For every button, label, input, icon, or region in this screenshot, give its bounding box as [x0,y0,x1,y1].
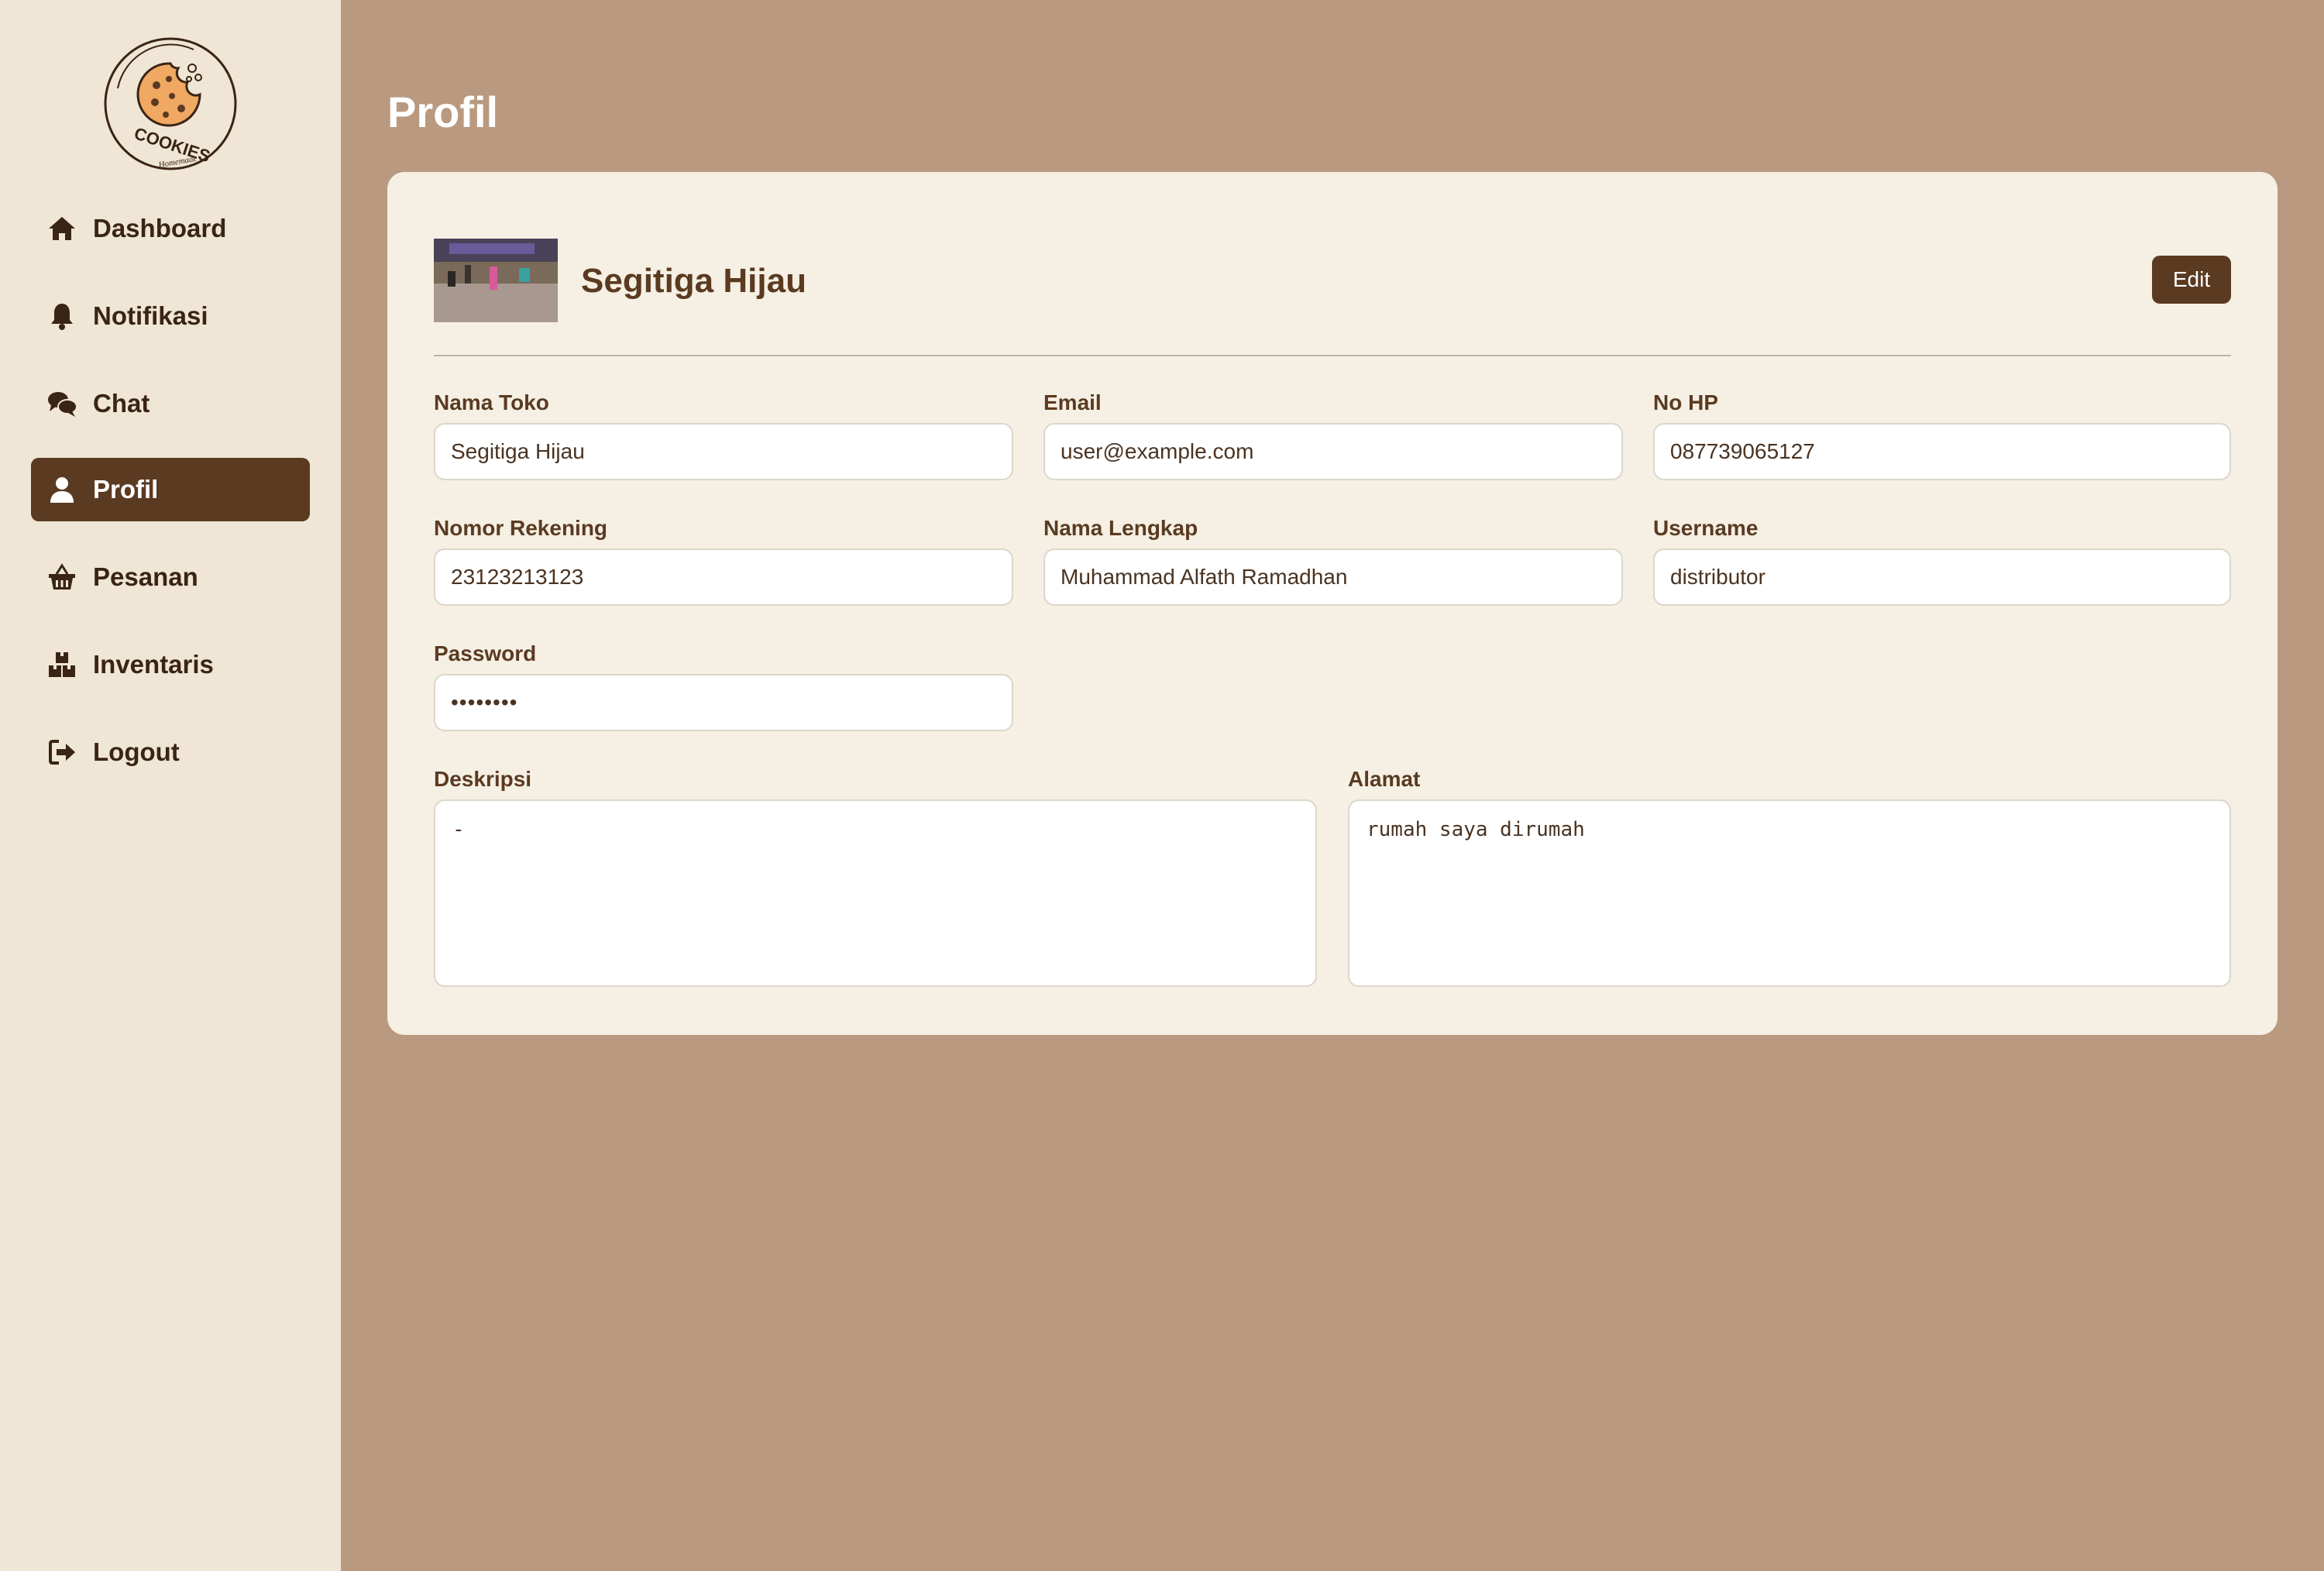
nomor-rekening-field[interactable]: 23123213123 [434,548,1013,606]
nama-lengkap-field[interactable]: Muhammad Alfath Ramadhan [1043,548,1623,606]
basket-icon [46,562,77,593]
profile-photo [434,239,558,322]
sidebar-item-label: Dashboard [93,214,227,242]
sidebar-item-label: Notifikasi [93,301,208,330]
username-field[interactable]: distributor [1653,548,2231,606]
nomor-rekening-label: Nomor Rekening [434,516,608,540]
sidebar-item-label: Chat [93,389,150,418]
sidebar-item-inventaris[interactable]: Inventaris [31,633,310,696]
sidebar-item-label: Pesanan [93,562,198,591]
email-label: Email [1043,390,1102,414]
cookies-logo: COOKIES Homemade [101,34,240,174]
username-label: Username [1653,516,1758,540]
alamat-textarea[interactable]: rumah saya dirumah [1348,799,2231,987]
chat-icon [46,388,77,419]
sidebar-item-label: Profil [93,475,159,504]
deskripsi-textarea[interactable]: - [434,799,1317,987]
password-field[interactable]: •••••••• [434,674,1013,731]
no-hp-label: No HP [1653,390,1718,414]
logout-icon [46,737,77,768]
sidebar-item-profil[interactable]: Profil [31,458,310,521]
nama-toko-label: Nama Toko [434,390,549,414]
edit-button[interactable]: Edit [2152,256,2231,304]
sidebar-item-chat[interactable]: Chat [31,372,310,435]
page-title: Profil [387,88,499,136]
bell-icon [46,301,77,332]
profile-card: Segitiga Hijau Edit Nama Toko Segitiga H… [387,172,2278,1035]
sidebar-item-logout[interactable]: Logout [31,720,310,784]
nama-lengkap-label: Nama Lengkap [1043,516,1198,540]
email-field[interactable]: user@example.com [1043,423,1623,480]
deskripsi-label: Deskripsi [434,767,532,791]
home-icon [46,213,77,244]
divider [434,355,2231,356]
sidebar-item-label: Logout [93,737,180,766]
sidebar-item-notifikasi[interactable]: Notifikasi [31,284,310,348]
no-hp-field[interactable]: 087739065127 [1653,423,2231,480]
sidebar-item-label: Inventaris [93,650,214,679]
user-icon [46,474,77,505]
nama-toko-field[interactable]: Segitiga Hijau [434,423,1013,480]
boxes-icon [46,649,77,680]
sidebar-item-pesanan[interactable]: Pesanan [31,545,310,609]
password-label: Password [434,641,537,665]
profile-name: Segitiga Hijau [581,262,806,300]
sidebar-item-dashboard[interactable]: Dashboard [31,197,310,260]
alamat-label: Alamat [1348,767,1421,791]
sidebar: COOKIES Homemade Dashboard Notifikasi Ch… [0,0,341,1571]
